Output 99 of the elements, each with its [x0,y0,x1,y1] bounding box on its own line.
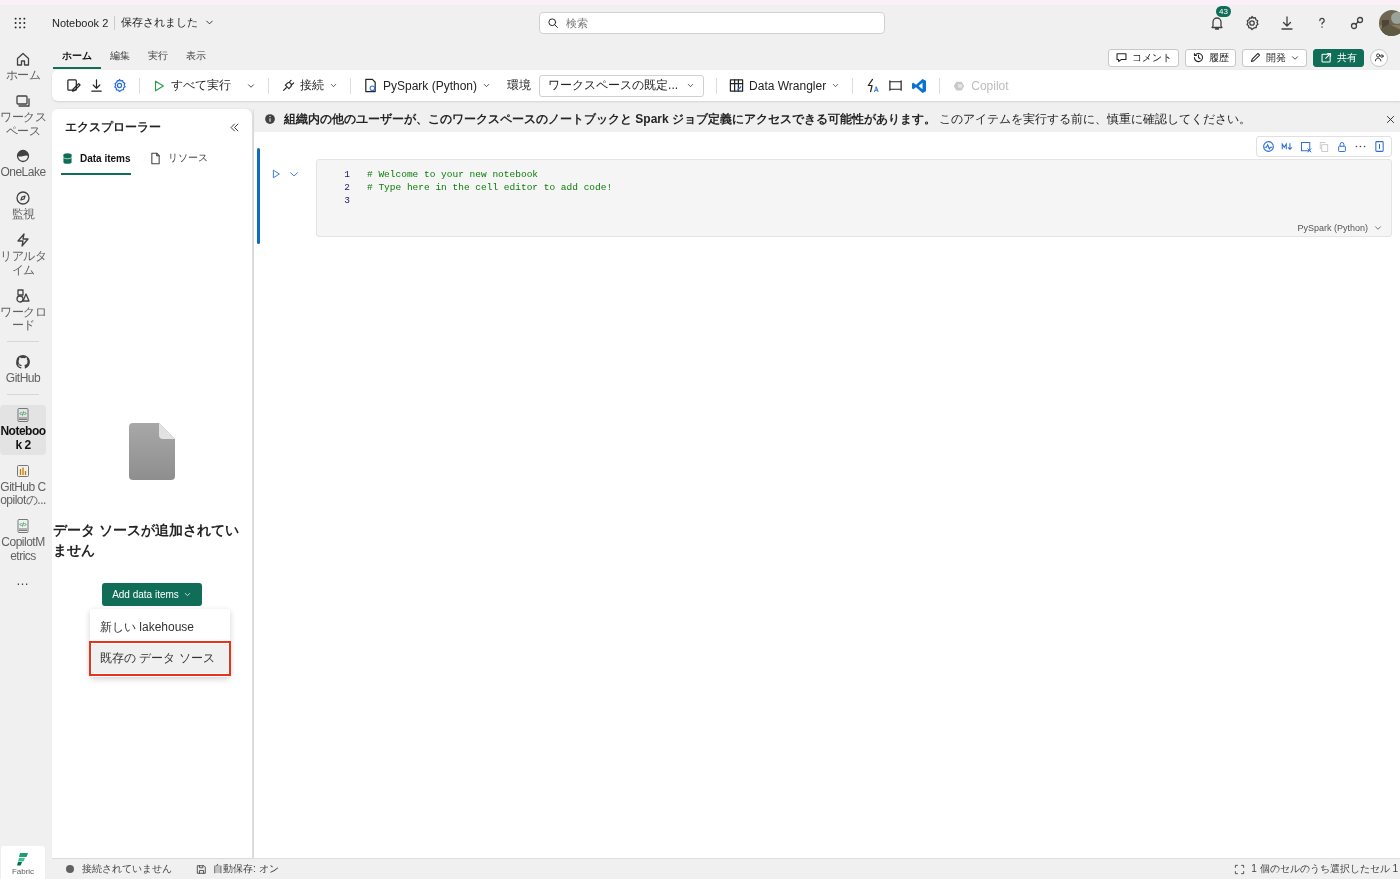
line-number: 2 [343,182,350,193]
notebook-title[interactable]: Notebook 2 [52,16,109,29]
cell-selection-status: 1 個のセルのうち選択したセル 1 [1251,862,1398,876]
empty-state-title: データ ソースが追加されていません [53,521,240,561]
line-number: 3 [343,195,350,206]
download-icon[interactable] [89,78,104,93]
share-button[interactable]: 共有 [1313,48,1364,67]
notebook-icon [15,406,31,423]
people-icon [1373,52,1385,63]
ribbon-tab[interactable]: 表示 [177,46,215,69]
people-button[interactable] [1370,48,1388,67]
app-launcher-icon[interactable] [13,15,27,30]
more-button[interactable]: … [0,571,46,591]
database-icon [61,151,74,165]
delete-icon[interactable] [1373,140,1386,153]
file-icon [148,151,162,165]
status-dot-icon [66,865,74,873]
link-icon[interactable] [1348,14,1365,31]
monitor-icon [15,190,31,207]
info-icon [264,113,276,125]
nav-item[interactable]: ホーム [0,49,46,85]
nav-item[interactable]: リアルタイム [0,230,46,280]
chevron-down-icon [686,81,696,90]
chevron-down-icon [831,81,841,90]
bell-icon[interactable] [1208,14,1225,31]
fabric-home-button[interactable]: Fabric [1,846,45,879]
plug-icon [281,78,295,93]
workload-icon [15,287,31,304]
run-cell-icon[interactable] [270,168,282,180]
banner-text: 組織内の他のユーザーが、このワークスペースのノートブックと Spark ジョブ定義にアクセスできる可能性があります。 このアイテムを実行する前に、慎重に確認してください。 [284,110,1253,128]
code-cell[interactable]: 1 # Welcome to your new notebook 2 # Type here in the cell editor to add code! 3 PySpark (Python) [316,159,1392,237]
settings-icon[interactable] [1243,14,1260,31]
add-data-items-button[interactable]: Add data items [102,582,202,606]
realtime-icon [15,232,31,248]
line-number: 1 [343,169,350,180]
workspace-icon [15,92,31,109]
run-all-button[interactable]: すべて実行 [152,77,256,94]
notification-badge: 43 [1216,5,1231,17]
chevron-down-icon [329,81,338,90]
report-icon [15,462,31,479]
explorer-tab[interactable]: Data items [61,147,131,175]
language-dropdown[interactable]: PySpark (Python) [363,78,492,93]
nav-item[interactable]: ワークロード [0,285,46,336]
autosave-status: 自動保存: オン [213,862,279,876]
home-icon [15,51,31,67]
markdown-icon[interactable] [1281,140,1294,153]
pencil-icon [1249,51,1262,64]
ribbon-tab[interactable]: 編集 [101,46,139,69]
save-status[interactable]: 保存されました [121,15,216,30]
menu-item[interactable]: 新しい lakehouse [90,614,230,640]
history-button[interactable]: 履歴 [1185,48,1236,67]
environment-label: 環境 [507,77,532,94]
chevron-down-icon [482,81,492,90]
vscode-icon[interactable] [911,77,928,94]
nav-item[interactable]: CopilotMetrics [0,516,46,566]
history-icon [1192,51,1205,64]
fabric-logo-icon [15,851,31,867]
nav-item[interactable]: Notebook 2 [0,404,46,455]
nav-item[interactable]: ワークスペース [0,90,46,141]
lock-icon[interactable] [1336,140,1348,153]
settings-icon[interactable] [112,78,127,93]
edit-icon[interactable] [66,78,81,93]
nav-item[interactable]: 監視 [0,188,46,224]
play-icon [152,78,166,93]
empty-file-icon [129,423,175,480]
explorer-title: エクスプローラー [65,118,161,136]
cell-select-icon [1234,863,1246,875]
connection-status: 接続されていません [82,862,172,876]
connect-button[interactable]: 接続 [281,77,338,94]
pulse-icon[interactable] [1262,140,1275,153]
cell-language-dropdown[interactable]: PySpark (Python) [1297,223,1383,233]
search-icon [547,16,560,29]
collapse-icon[interactable] [229,121,240,133]
share-icon [1320,51,1333,64]
clear-output-icon[interactable] [1300,140,1312,153]
nav-item[interactable]: GitHub Copilotの... [0,460,46,511]
nav-item[interactable]: OneLake [0,146,46,183]
environment-dropdown[interactable]: ワークスペースの既定... [539,74,705,97]
comment-button[interactable]: コメント [1108,48,1179,67]
onelake-icon [15,148,31,165]
menu-item[interactable]: 既存の データ ソース [92,643,228,673]
ribbon-tab[interactable]: 実行 [139,46,177,69]
chevron-down-icon [1373,223,1383,233]
code-line: # Welcome to your new notebook [367,169,539,180]
close-icon[interactable] [1385,113,1396,125]
data-wrangler-button[interactable]: Data Wrangler [729,78,841,93]
table-icon [729,78,745,93]
frame-icon[interactable] [888,78,904,93]
code-line: # Type here in the cell editor to add code! [367,182,613,193]
nav-item[interactable]: GitHub [0,352,46,388]
notebook-icon [15,518,31,535]
explorer-tab[interactable]: リソース [148,147,208,175]
search-field[interactable]: 検索 [539,11,886,34]
bolt-icon[interactable] [865,78,881,93]
github-icon [15,354,31,371]
file-icon [363,78,378,93]
save-icon [196,863,207,875]
comment-icon [1115,51,1128,64]
develop-button[interactable]: 開発 [1242,48,1307,67]
